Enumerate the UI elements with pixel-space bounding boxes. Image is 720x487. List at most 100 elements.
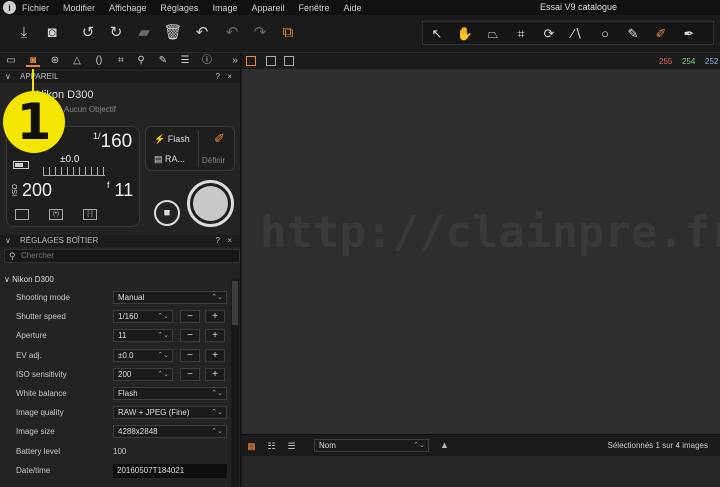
step-back-icon[interactable]: ↶ <box>222 23 242 43</box>
iso-minus-button[interactable]: − <box>180 367 200 381</box>
folder-icon[interactable]: ▭ <box>4 55 18 67</box>
menu-fichier[interactable]: Fichier <box>22 3 49 13</box>
flash-setting[interactable]: ⚡ Flash <box>154 134 190 145</box>
sort-select[interactable]: Nom ⌃⌄ <box>314 439 429 452</box>
variants-icon[interactable]: ⧉ <box>278 23 298 43</box>
drive-mode-icon[interactable] <box>15 209 29 220</box>
menu-fenetre[interactable]: Fenêtre <box>298 3 329 13</box>
iso-readout[interactable]: 200 <box>22 180 52 201</box>
aperture-select[interactable]: 11 ⌃⌄ <box>113 329 173 343</box>
color-picker-icon[interactable]: ✐ <box>214 131 225 147</box>
undo-icon[interactable]: ↺ <box>78 23 98 43</box>
lens-name: Aucun Objectif <box>64 105 117 114</box>
define-label[interactable]: Définir <box>202 156 225 165</box>
metering-icon[interactable]: (•) <box>49 209 63 220</box>
setting-white-balance: White balance Flash ⌃⌄ <box>0 385 232 404</box>
menu-image[interactable]: Image <box>212 3 237 13</box>
camera-group-header[interactable]: ∨ Nikon D300 <box>4 275 54 284</box>
crop-tab-icon[interactable]: ⌗ <box>114 55 128 67</box>
setting-aperture: Aperture 11 ⌃⌄ − + <box>0 327 232 346</box>
rgb-blue: 252 <box>705 57 719 66</box>
compare-view-icon[interactable] <box>284 56 294 66</box>
apply-icon[interactable]: ✒ <box>679 24 699 44</box>
settings-search-input[interactable]: ⚲ Chercher <box>4 249 240 263</box>
white-balance-select[interactable]: Flash ⌃⌄ <box>113 386 227 400</box>
reset-icon[interactable]: ↶ <box>192 23 212 43</box>
image-size-select[interactable]: 4288x2848 ⌃⌄ <box>113 425 227 439</box>
ev-select[interactable]: ±0.0 ⌃⌄ <box>113 348 173 362</box>
rgb-red: 255 <box>659 57 673 66</box>
camera-section-title: APPAREIL <box>20 72 59 81</box>
iso-label: ISO <box>12 184 19 197</box>
camera-section-header[interactable]: ∨ APPAREIL ? × <box>0 71 240 83</box>
import-icon[interactable]: ⤓ <box>14 23 34 43</box>
spot-icon[interactable]: ○ <box>595 24 615 44</box>
menu-aide[interactable]: Aide <box>344 3 362 13</box>
ev-minus-button[interactable]: − <box>180 348 200 362</box>
brush-icon[interactable]: ✎ <box>623 24 643 44</box>
camera-icon[interactable]: ◙ <box>26 55 40 67</box>
ev-plus-button[interactable]: + <box>205 348 225 362</box>
video-record-button[interactable]: ■ <box>154 200 180 226</box>
help-icon[interactable]: ? <box>216 71 220 83</box>
aperture-minus-button[interactable]: − <box>180 329 200 343</box>
exposure-icon[interactable]: △ <box>70 55 84 67</box>
straighten-icon[interactable]: ∕∖ <box>567 24 587 44</box>
keystone-icon[interactable]: ⏢ <box>483 24 503 44</box>
iso-select[interactable]: 200 ⌃⌄ <box>113 367 173 381</box>
capture-icon[interactable]: ◙ <box>42 23 62 43</box>
app-logo-icon[interactable]: i <box>3 1 16 14</box>
thumbnail-strip <box>242 456 720 487</box>
shutter-plus-button[interactable]: + <box>205 310 225 324</box>
redo-icon[interactable]: ↻ <box>106 23 126 43</box>
ev-readout[interactable]: ±0.0 <box>60 154 79 165</box>
settings-section-title: RÉGLAGES BOÎTIER <box>20 236 99 245</box>
settings-section-header[interactable]: ∨ RÉGLAGES BOÎTIER ? × <box>0 235 240 247</box>
move-to-folder-icon[interactable]: ▰ <box>134 23 154 43</box>
shutter-release-button[interactable] <box>187 180 234 227</box>
sort-direction-icon[interactable]: ▲ <box>440 440 449 450</box>
shutter-readout[interactable]: 1/160 <box>93 131 132 153</box>
meta-icon[interactable]: ☰ <box>178 55 192 67</box>
iso-plus-button[interactable]: + <box>205 367 225 381</box>
filmstrip-icon[interactable]: ☰ <box>286 441 297 451</box>
grid-view-icon[interactable] <box>246 56 256 66</box>
setting-iso: ISO sensitivity 200 ⌃⌄ − + <box>0 366 232 385</box>
search-icon[interactable]: ⚲ <box>134 55 148 67</box>
format-setting[interactable]: ▤ RA... <box>154 154 185 165</box>
close-icon[interactable]: × <box>227 235 232 247</box>
pan-icon[interactable]: ✋ <box>455 24 475 44</box>
window-title: Essai V9 catalogue <box>540 2 618 12</box>
info-icon[interactable]: ⓘ <box>200 55 214 67</box>
single-view-icon[interactable] <box>266 56 276 66</box>
more-tabs-icon[interactable]: » <box>228 55 242 67</box>
shutter-minus-button[interactable]: − <box>180 310 200 324</box>
menu-affichage[interactable]: Affichage <box>109 3 146 13</box>
step-forward-icon[interactable]: ↷ <box>250 23 270 43</box>
help-icon[interactable]: ? <box>216 235 220 247</box>
menu-modifier[interactable]: Modifier <box>63 3 95 13</box>
shooting-mode-select[interactable]: Manual ⌃⌄ <box>113 291 227 304</box>
menu-appareil[interactable]: Appareil <box>251 3 284 13</box>
rotate-icon[interactable]: ⟳ <box>539 24 559 44</box>
color-icon[interactable]: ⊛ <box>48 55 62 67</box>
lens-icon[interactable]: () <box>92 55 106 67</box>
thumbnail-grid-icon[interactable]: ▦ <box>246 441 257 451</box>
close-icon[interactable]: × <box>227 71 232 83</box>
date-time-value: 20160507T184021 <box>113 463 227 478</box>
aperture-plus-button[interactable]: + <box>205 329 225 343</box>
menu-reglages[interactable]: Réglages <box>160 3 198 13</box>
aperture-readout[interactable]: f 11 <box>107 180 133 201</box>
trash-icon[interactable]: 🗑 <box>163 23 183 43</box>
list-view-icon[interactable]: ☷ <box>266 441 277 451</box>
shutter-speed-select[interactable]: 1/160 ⌃⌄ <box>113 310 173 324</box>
setting-image-size: Image size 4288x2848 ⌃⌄ <box>0 423 232 442</box>
focus-icon[interactable]: [·] <box>83 209 97 220</box>
crop-icon[interactable]: ⌗ <box>511 24 531 44</box>
annotation-pointer <box>32 69 34 93</box>
select-icon[interactable]: ↖ <box>427 24 447 44</box>
image-quality-select[interactable]: RAW + JPEG (Fine) ⌃⌄ <box>113 406 227 420</box>
adjust-icon[interactable]: ✎ <box>156 55 170 67</box>
picker-icon[interactable]: ✐ <box>651 24 671 44</box>
settings-scrollbar[interactable] <box>231 279 239 487</box>
